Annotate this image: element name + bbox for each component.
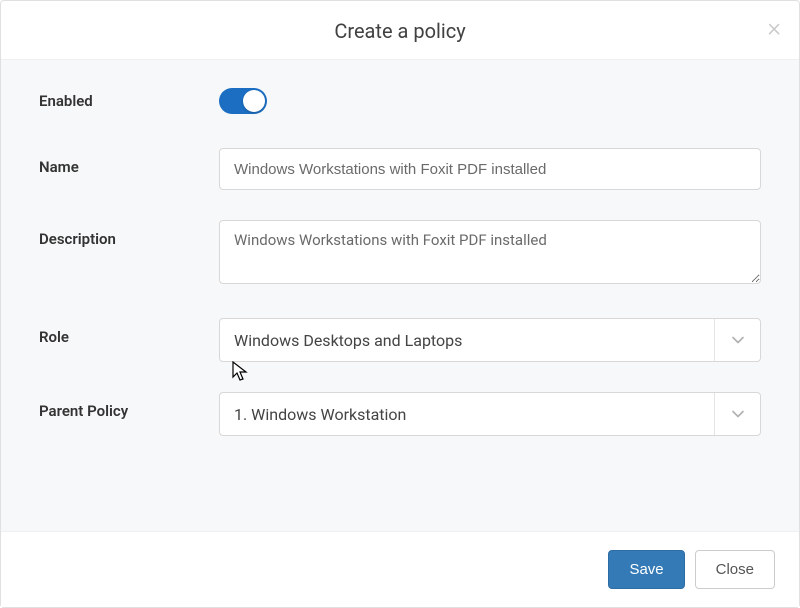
- parent-policy-select-value: 1. Windows Workstation: [220, 393, 714, 435]
- toggle-knob: [243, 90, 265, 112]
- name-label: Name: [39, 148, 219, 176]
- role-select-value: Windows Desktops and Laptops: [220, 319, 714, 361]
- parent-policy-label: Parent Policy: [39, 392, 219, 420]
- description-label: Description: [39, 220, 219, 248]
- parent-policy-select[interactable]: 1. Windows Workstation: [219, 392, 761, 436]
- role-select-arrow: [714, 319, 760, 361]
- role-label: Role: [39, 318, 219, 346]
- description-input[interactable]: [219, 220, 761, 284]
- row-enabled: Enabled: [39, 88, 761, 114]
- row-role: Role Windows Desktops and Laptops: [39, 318, 761, 362]
- row-name: Name: [39, 148, 761, 190]
- name-input[interactable]: [219, 148, 761, 190]
- dialog-body: Enabled Name Description Role Wind: [1, 60, 799, 531]
- row-description: Description: [39, 220, 761, 288]
- role-select[interactable]: Windows Desktops and Laptops: [219, 318, 761, 362]
- dialog-header: Create a policy ×: [1, 1, 799, 60]
- create-policy-dialog: Create a policy × Enabled Name Descripti…: [0, 0, 800, 608]
- row-parent-policy: Parent Policy 1. Windows Workstation: [39, 392, 761, 436]
- save-button[interactable]: Save: [608, 550, 684, 589]
- close-icon[interactable]: ×: [767, 15, 781, 41]
- chevron-down-icon: [732, 408, 744, 420]
- dialog-footer: Save Close: [1, 531, 799, 607]
- chevron-down-icon: [732, 334, 744, 346]
- dialog-title: Create a policy: [25, 19, 775, 43]
- enabled-label: Enabled: [39, 92, 219, 110]
- close-button[interactable]: Close: [695, 550, 775, 589]
- parent-policy-select-arrow: [714, 393, 760, 435]
- enabled-toggle[interactable]: [219, 88, 267, 114]
